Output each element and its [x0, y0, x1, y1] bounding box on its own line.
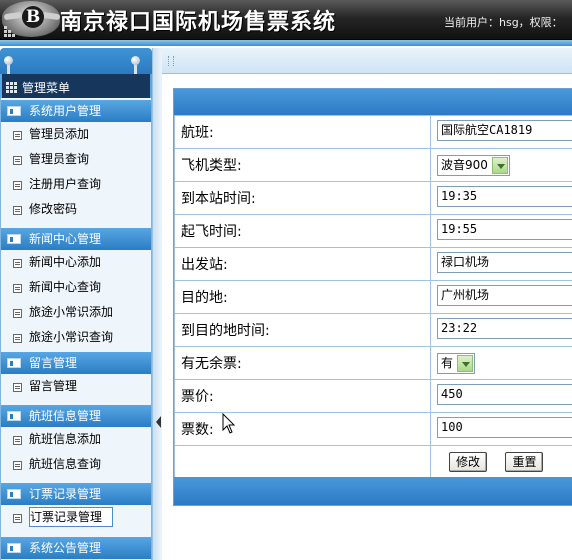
field-label: 票数: — [174, 412, 431, 446]
menu-group-title[interactable]: 留言管理 — [1, 352, 151, 374]
sidebar-item-messages[interactable]: 留言管理 — [1, 374, 151, 399]
form-button-row: 修改 重置 — [174, 445, 572, 479]
document-icon — [13, 181, 22, 190]
form-row-destination-time: 到目的地时间: 23:22 — [174, 313, 572, 347]
menu-group-title[interactable]: 系统用户管理 — [1, 100, 151, 122]
menu-heading: 管理菜单 — [0, 74, 152, 98]
field-label: 有无余票: — [174, 346, 431, 380]
sidebar-item-tips-add[interactable]: 旅途小常识添加 — [1, 300, 151, 325]
folder-icon — [7, 543, 21, 553]
document-icon — [13, 436, 22, 445]
app-header: B 南京禄口国际机场售票系统 当前用户：hsg，权限： — [0, 0, 572, 40]
menu-group-system-users: 系统用户管理 管理员添加 管理员查询 注册用户查询 修改密码 — [1, 100, 151, 222]
grip-icon — [168, 56, 174, 66]
field-label: 出发站: — [174, 247, 431, 281]
sidebar-item-flight-add[interactable]: 航班信息添加 — [1, 427, 151, 452]
document-icon — [13, 383, 22, 392]
content-top-strip — [162, 48, 572, 74]
form-row-price: 票价: 450 — [174, 379, 572, 413]
mouse-cursor-icon — [222, 413, 236, 434]
form-row-departure-time: 起飞时间: 19:55 — [174, 214, 572, 248]
sidebar-item-registered-users[interactable]: 注册用户查询 — [1, 172, 151, 197]
menu-group-bookings: 订票记录管理 订票记录管理 — [1, 483, 151, 530]
pushpin-icon — [131, 56, 140, 76]
menu-group-messages: 留言管理 留言管理 — [1, 352, 151, 399]
document-icon — [13, 514, 22, 523]
field-label: 起飞时间: — [174, 214, 431, 248]
sidebar-item-admin-query[interactable]: 管理员查询 — [1, 147, 151, 172]
header-stripe — [0, 40, 572, 46]
arrival-time-input[interactable]: 19:35 — [437, 185, 572, 207]
sidebar-item-booking-records[interactable]: 订票记录管理 — [1, 505, 151, 530]
folder-icon — [7, 358, 21, 368]
menu-group-news-center: 新闻中心管理 新闻中心添加 新闻中心查询 旅途小常识添加 旅途小常识查询 — [1, 228, 151, 350]
sidebar-item-change-password[interactable]: 修改密码 — [1, 197, 151, 222]
collapse-arrow-icon[interactable] — [156, 416, 161, 428]
form-row-tickets-available: 有无余票: 有 — [174, 346, 572, 380]
folder-icon — [7, 234, 21, 244]
document-icon — [13, 334, 22, 343]
sidebar-item-flight-query[interactable]: 航班信息查询 — [1, 452, 151, 477]
reset-button[interactable]: 重置 — [505, 452, 544, 472]
field-label: 航班: — [174, 115, 431, 149]
sidebar-item-tips-query[interactable]: 旅途小常识查询 — [1, 325, 151, 350]
folder-icon — [7, 411, 21, 421]
document-icon — [13, 309, 22, 318]
folder-icon — [7, 106, 21, 116]
form-row-flight: 航班: 国际航空CA1819 — [174, 115, 572, 149]
sidebar-item-news-add[interactable]: 新闻中心添加 — [1, 250, 151, 275]
current-user-info: 当前用户：hsg，权限： — [444, 16, 563, 29]
document-icon — [13, 131, 22, 140]
app-title: 南京禄口国际机场售票系统 — [60, 9, 337, 35]
destination-time-input[interactable]: 23:22 — [437, 317, 572, 339]
document-icon — [13, 461, 22, 470]
form-header-bar — [174, 89, 572, 115]
flight-edit-form: 航班: 国际航空CA1819 飞机类型: 波音900 到本站时间: 19:35 … — [173, 88, 572, 506]
menu-group-title[interactable]: 系统公告管理 — [1, 537, 151, 559]
menu-group-title[interactable]: 订票记录管理 — [1, 483, 151, 505]
sidebar: 系统用户管理 管理员添加 管理员查询 注册用户查询 修改密码 新闻中心管理 新闻… — [0, 98, 152, 560]
flight-number-input[interactable]: 国际航空CA1819 — [437, 119, 572, 141]
form-row-origin: 出发站: 禄口机场 — [174, 247, 572, 281]
grid-icon — [6, 82, 18, 94]
menu-top-bar — [0, 48, 152, 76]
field-label: 目的地: — [174, 280, 431, 314]
pushpin-icon — [4, 56, 13, 76]
destination-input[interactable]: 广州机场 — [437, 284, 572, 306]
field-label: 票价: — [174, 379, 431, 413]
field-label: 到本站时间: — [174, 181, 431, 215]
menu-group-announcements: 系统公告管理 — [1, 537, 151, 559]
field-label: 飞机类型: — [174, 148, 431, 182]
origin-station-input[interactable]: 禄口机场 — [437, 251, 572, 273]
form-footer-bar — [174, 477, 572, 505]
panel-splitter[interactable] — [152, 48, 162, 560]
form-row-destination: 目的地: 广州机场 — [174, 280, 572, 314]
sidebar-item-admin-add[interactable]: 管理员添加 — [1, 122, 151, 147]
folder-icon — [7, 489, 21, 499]
tickets-available-select[interactable]: 有 — [437, 352, 476, 374]
document-icon — [13, 156, 22, 165]
form-row-aircraft-type: 飞机类型: 波音900 — [174, 148, 572, 182]
sidebar-item-news-query[interactable]: 新闻中心查询 — [1, 275, 151, 300]
document-icon — [13, 259, 22, 268]
menu-group-title[interactable]: 新闻中心管理 — [1, 228, 151, 250]
departure-time-input[interactable]: 19:55 — [437, 218, 572, 240]
modify-button[interactable]: 修改 — [449, 452, 488, 472]
field-label: 到目的地时间: — [174, 313, 431, 347]
document-icon — [13, 284, 22, 293]
ticket-count-input[interactable]: 100 — [437, 416, 572, 438]
menu-group-flights: 航班信息管理 航班信息添加 航班信息查询 — [1, 405, 151, 477]
chevron-down-icon[interactable] — [457, 354, 474, 372]
document-icon — [13, 206, 22, 215]
aircraft-type-select[interactable]: 波音900 — [437, 154, 510, 176]
menu-heading-label: 管理菜单 — [22, 81, 71, 95]
dots-icon — [4, 26, 16, 37]
form-row-arrival-time: 到本站时间: 19:35 — [174, 181, 572, 215]
menu-group-title[interactable]: 航班信息管理 — [1, 405, 151, 427]
chevron-down-icon[interactable] — [491, 156, 508, 174]
price-input[interactable]: 450 — [437, 383, 572, 405]
